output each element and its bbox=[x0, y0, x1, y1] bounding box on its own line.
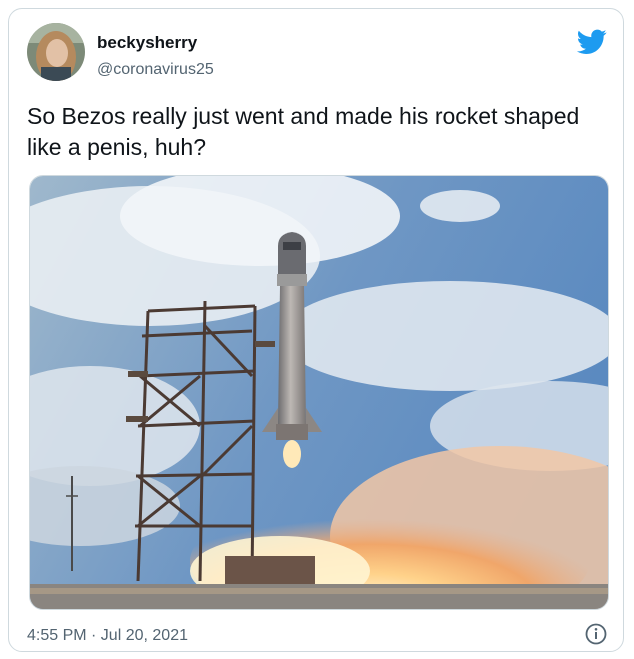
tweet-card: beckysherry @coronavirus25 So Bezos real… bbox=[8, 8, 624, 652]
display-name[interactable]: beckysherry bbox=[97, 33, 197, 53]
tweet-text: So Bezos really just went and made his r… bbox=[27, 103, 580, 160]
info-icon[interactable] bbox=[585, 623, 607, 645]
tweet-timestamp[interactable]: 4:55 PM · Jul 20, 2021 bbox=[27, 627, 188, 645]
user-handle[interactable]: @coronavirus25 bbox=[97, 61, 214, 79]
avatar[interactable] bbox=[27, 23, 85, 81]
tweet-media-photo[interactable] bbox=[29, 175, 609, 610]
twitter-bird-icon[interactable] bbox=[576, 29, 607, 55]
